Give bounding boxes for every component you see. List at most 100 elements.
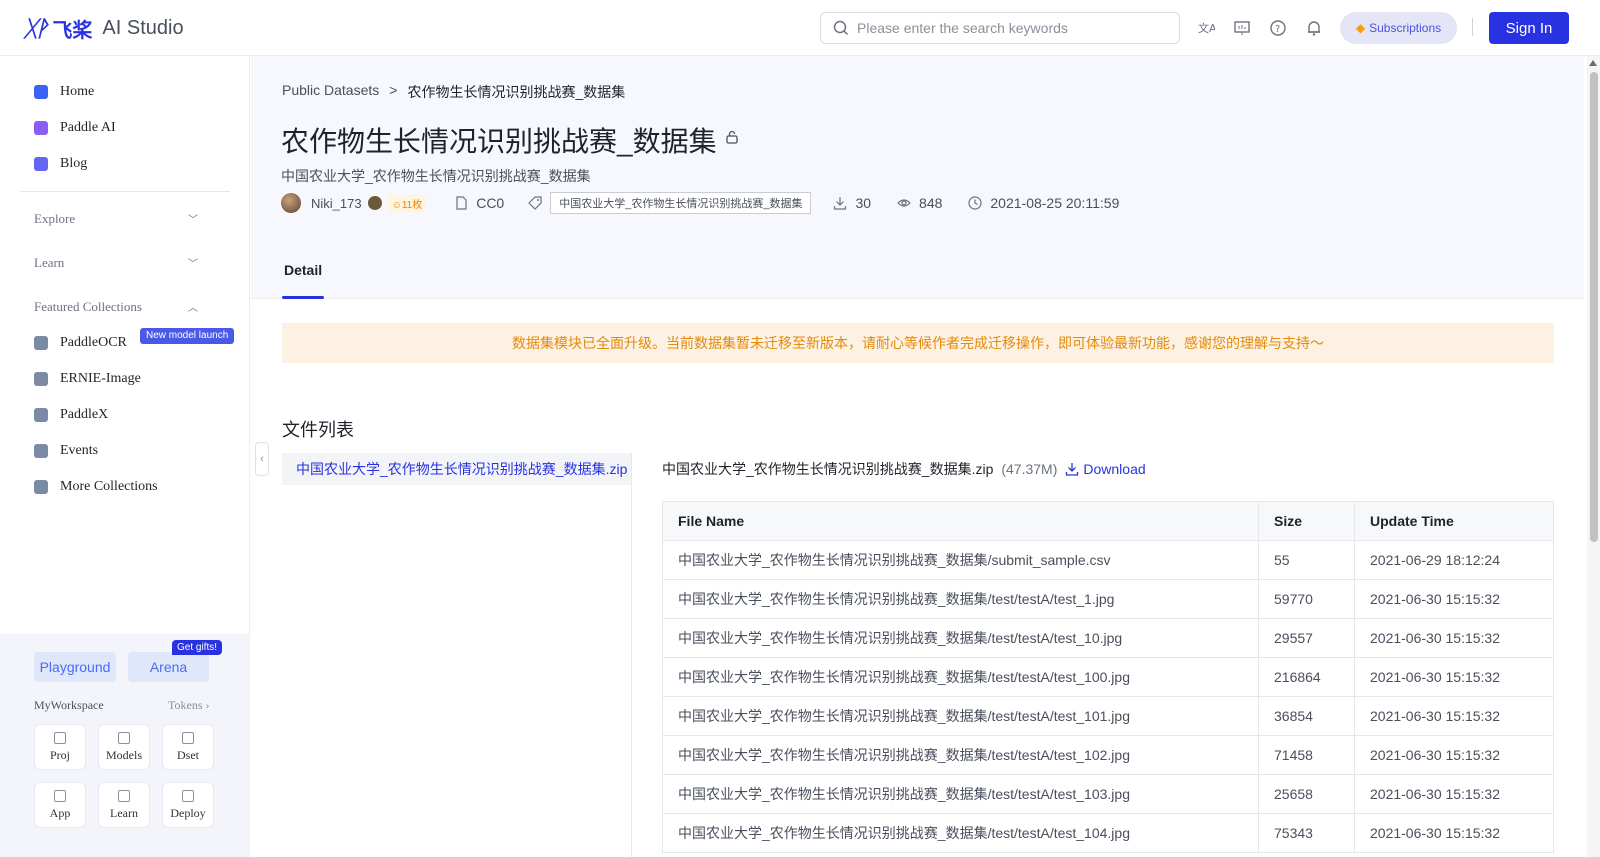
update-time-cell: 2021-06-30 15:15:32	[1354, 813, 1554, 853]
scrollbar[interactable]	[1587, 56, 1600, 857]
presentation-icon[interactable]	[1233, 19, 1251, 37]
tile-app[interactable]: App	[34, 782, 86, 828]
update-time-cell: 2021-06-30 15:15:32	[1354, 774, 1554, 814]
sidebar: Home Paddle AI Blog Explore ﹀ Learn ﹀ Fe…	[0, 56, 250, 857]
author-name[interactable]: Niki_173	[311, 196, 362, 211]
update-time-cell: 2021-06-30 15:15:32	[1354, 657, 1554, 697]
selected-file-name: 中国农业大学_农作物生长情况识别挑战赛_数据集.zip	[662, 461, 994, 477]
sidebar-item-ernie-image[interactable]: ERNIE-Image	[34, 371, 141, 387]
help-icon[interactable]: ?	[1269, 19, 1287, 37]
logo-en-text: AI Studio	[102, 17, 184, 39]
section-explore[interactable]: Explore ﹀	[34, 211, 198, 227]
collapse-sidebar-button[interactable]: ‹	[255, 442, 269, 476]
grid-icon	[54, 789, 66, 802]
scroll-up-arrow[interactable]	[1589, 60, 1597, 66]
sidebar-item-events[interactable]: Events	[34, 443, 98, 459]
section-featured-collections[interactable]: Featured Collections ︿	[34, 299, 198, 315]
column-header: Update Time	[1354, 501, 1554, 541]
svg-text:?: ?	[1275, 24, 1280, 35]
cube-icon	[118, 731, 130, 744]
table-row[interactable]: 中国农业大学_农作物生长情况识别挑战赛_数据集/test/testA/test_…	[662, 813, 1554, 853]
tile-label: Models	[106, 747, 142, 762]
sign-in-button[interactable]: Sign In	[1489, 12, 1569, 44]
dataset-tag[interactable]: 中国农业大学_农作物生长情况识别挑战赛_数据集	[550, 192, 812, 214]
search-box[interactable]	[820, 12, 1180, 44]
tokens-link[interactable]: Tokens ›	[168, 698, 210, 713]
main-content: Public Datasets > 农作物生长情况识别挑战赛_数据集 农作物生长…	[251, 56, 1584, 857]
sidebar-item-label: Events	[60, 443, 99, 458]
breadcrumb-root[interactable]: Public Datasets	[282, 82, 379, 102]
arena-button[interactable]: Arena	[128, 652, 209, 682]
tag-icon	[528, 196, 542, 210]
section-learn[interactable]: Learn ﹀	[34, 255, 198, 271]
download-link[interactable]: Download	[1065, 461, 1146, 477]
chevron-left-icon: ‹	[260, 453, 264, 465]
view-count: 848	[919, 195, 943, 211]
book-icon	[118, 789, 130, 802]
tile-deploy[interactable]: Deploy	[162, 782, 214, 828]
chevron-right-icon: ›	[205, 698, 210, 712]
column-header: File Name	[662, 501, 1259, 541]
sidebar-item-paddle-ai[interactable]: Paddle AI	[34, 120, 116, 136]
file-list-title: 文件列表	[282, 420, 354, 440]
search-icon	[833, 20, 849, 36]
file-size-cell: 25658	[1258, 774, 1355, 814]
sidebar-item-more-collections[interactable]: More Collections	[34, 479, 158, 495]
subscriptions-button[interactable]: ◆ Subscriptions	[1340, 12, 1457, 44]
file-name-cell: 中国农业大学_农作物生长情况识别挑战赛_数据集/test/testA/test_…	[662, 696, 1259, 736]
bar-chart-icon	[182, 731, 194, 744]
file-size-cell: 29557	[1258, 618, 1355, 658]
rocket-icon	[182, 789, 194, 802]
breadcrumb: Public Datasets > 农作物生长情况识别挑战赛_数据集	[282, 82, 625, 102]
tile-models[interactable]: Models	[98, 724, 150, 770]
tab-active-indicator	[282, 296, 324, 299]
section-label: Learn	[34, 255, 65, 270]
tile-learn[interactable]: Learn	[98, 782, 150, 828]
table-row[interactable]: 中国农业大学_农作物生长情况识别挑战赛_数据集/test/testA/test_…	[662, 696, 1554, 736]
avatar[interactable]	[281, 193, 301, 213]
svg-text:文A: 文A	[1198, 21, 1215, 35]
paddlex-icon	[34, 408, 48, 422]
sidebar-item-paddlex[interactable]: PaddleX	[34, 407, 108, 423]
update-time-cell: 2021-06-29 18:12:24	[1354, 540, 1554, 580]
logo[interactable]: ᚷᚹ 飞桨 AI Studio	[24, 14, 184, 43]
license-icon	[456, 196, 467, 210]
table-row[interactable]: 中国农业大学_农作物生长情况识别挑战赛_数据集/test/testA/test_…	[662, 618, 1554, 658]
table-row[interactable]: 中国农业大学_农作物生长情况识别挑战赛_数据集/test/testA/test_…	[662, 735, 1554, 775]
unlock-icon	[726, 130, 738, 144]
sidebar-item-label: More Collections	[60, 479, 158, 494]
home-icon	[34, 85, 48, 99]
translate-icon[interactable]: 文A	[1197, 19, 1215, 37]
table-row[interactable]: 中国农业大学_农作物生长情况识别挑战赛_数据集/test/testA/test_…	[662, 579, 1554, 619]
table-row[interactable]: 中国农业大学_农作物生长情况识别挑战赛_数据集/test/testA/test_…	[662, 774, 1554, 814]
column-header: Size	[1258, 501, 1355, 541]
tile-proj[interactable]: Proj	[34, 724, 86, 770]
workspace-panel: Playground Arena Get gifts! MyWorkspace …	[0, 634, 249, 857]
tab-detail[interactable]: Detail	[284, 262, 322, 278]
paddleocr-icon	[34, 336, 48, 350]
breadcrumb-separator: >	[389, 82, 398, 98]
file-name-cell: 中国农业大学_农作物生长情况识别挑战赛_数据集/test/testA/test_…	[662, 735, 1259, 775]
download-label: Download	[1083, 461, 1146, 477]
update-time-cell: 2021-06-30 15:15:32	[1354, 696, 1554, 736]
sidebar-item-blog[interactable]: Blog	[34, 156, 87, 172]
migration-notice: 数据集模块已全面升级。当前数据集暂未迁移至新版本，请耐心等候作者完成迁移操作，即…	[282, 323, 1554, 363]
table-row[interactable]: 中国农业大学_农作物生长情况识别挑战赛_数据集/submit_sample.cs…	[662, 540, 1554, 580]
bell-icon[interactable]	[1305, 19, 1323, 37]
scrollbar-thumb[interactable]	[1590, 72, 1598, 542]
file-size-cell: 216864	[1258, 657, 1355, 697]
table-row[interactable]: 中国农业大学_农作物生长情况识别挑战赛_数据集/test/testA/test_…	[662, 657, 1554, 697]
sidebar-item-paddleocr[interactable]: PaddleOCR	[34, 335, 127, 351]
playground-button[interactable]: Playground	[34, 652, 116, 682]
tile-label: Dset	[177, 747, 199, 762]
created-time: 2021-08-25 20:11:59	[990, 195, 1120, 211]
file-list-item[interactable]: 中国农业大学_农作物生长情况识别挑战赛_数据集.zip	[282, 453, 631, 485]
tile-dset[interactable]: Dset	[162, 724, 214, 770]
sidebar-item-home[interactable]: Home	[34, 84, 94, 100]
workspace-title: MyWorkspace	[34, 698, 104, 712]
subscriptions-label: Subscriptions	[1369, 21, 1442, 35]
file-size-cell: 59770	[1258, 579, 1355, 619]
search-input[interactable]	[857, 20, 1157, 36]
dataset-meta: Niki_173 ☺11枚 CC0 中国农业大学_农作物生长情况识别挑战赛_数据…	[281, 192, 1119, 214]
chevron-down-icon: ﹀	[188, 215, 198, 226]
